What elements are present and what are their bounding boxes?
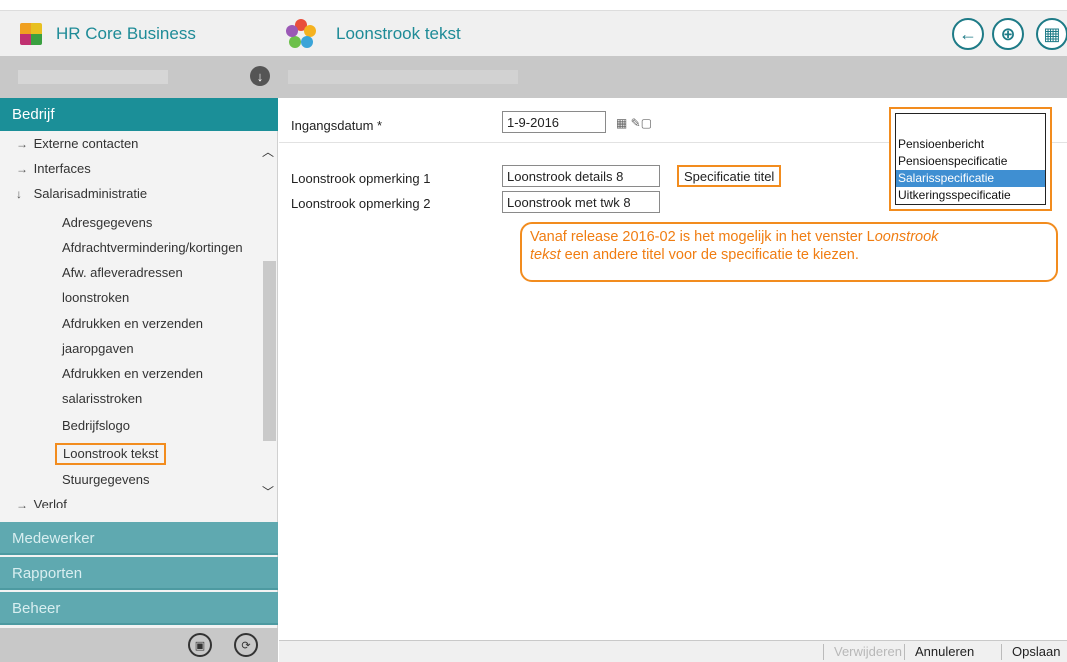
tree-item-afdrukken-salarisstroken[interactable]: Afdrukken en verzenden <box>62 361 203 386</box>
sidebar-toolbar: ↓ <box>0 56 278 98</box>
tree-item-label: Interfaces <box>33 161 91 176</box>
app-header: HR Core Business <box>0 11 278 57</box>
tree-item-label: Verlof <box>33 497 67 508</box>
tree-item-adresgegevens[interactable]: Adresgegevens <box>62 210 152 235</box>
dropdown-option-pensioenbericht[interactable]: Pensioenbericht <box>896 136 1045 153</box>
arrow-right-icon: → <box>16 162 28 176</box>
page-title: Loonstrook tekst <box>336 24 461 43</box>
tree-item-afdrachtvermindering[interactable]: Afdrachtvermindering/kortingen <box>62 235 243 260</box>
zoom-button[interactable]: ⊕ <box>992 18 1024 50</box>
scroll-down-icon[interactable]: ﹀ <box>262 483 274 500</box>
flower-logo-icon <box>286 19 316 49</box>
date-picker-icon[interactable]: ▦ ✎▢ <box>616 116 652 130</box>
separator <box>823 644 824 660</box>
scroll-up-icon[interactable]: ︿ <box>262 143 274 160</box>
callout-italic-text: tekst <box>530 247 561 263</box>
tree-item-afw-afleveradressen[interactable]: Afw. afleveradressen <box>62 260 183 285</box>
tree-item-afdrukken-jaaropgaven[interactable]: Afdrukken en verzenden <box>62 311 203 336</box>
ingangsdatum-label: Ingangsdatum * <box>291 118 383 133</box>
top-bar: HR Core Business Loonstrook tekst ← ⊕ ▦ <box>0 10 1067 56</box>
tree-item-label: Externe contacten <box>33 136 139 151</box>
specificatie-dropdown[interactable]: Pensioenbericht Pensioenspecificatie Sal… <box>889 107 1052 211</box>
arrow-down-icon: ↓ <box>16 187 22 201</box>
separator <box>1001 644 1002 660</box>
loonstrook-opmerking-1-input[interactable]: Loonstrook details 8 <box>502 165 660 187</box>
back-arrow-icon: ← <box>959 23 977 44</box>
dropdown-option-pensioenspecificatie[interactable]: Pensioenspecificatie <box>896 153 1045 170</box>
tree-item-afw-afleveradressen-cont[interactable]: loonstroken <box>62 285 129 310</box>
collapse-down-icon[interactable]: ↓ <box>250 66 270 86</box>
tree-item-label: Salarisadministratie <box>33 186 148 201</box>
loonstrook-opmerking-1-label: Loonstrook opmerking 1 <box>291 171 431 186</box>
tree-item-externe-contacten[interactable]: → Externe contacten <box>16 131 138 157</box>
loonstrook-opmerking-2-label: Loonstrook opmerking 2 <box>291 196 431 211</box>
dropdown-list: Pensioenbericht Pensioenspecificatie Sal… <box>895 113 1046 205</box>
tree-item-afdrukken-jaaropgaven-cont[interactable]: jaaropgaven <box>62 336 134 361</box>
schedule-icon[interactable]: ▣ <box>188 633 212 657</box>
save-button[interactable]: Opslaan <box>1012 644 1060 659</box>
specificatie-titel-button[interactable]: Specificatie titel <box>677 165 782 187</box>
sidebar: Bedrijf → Externe contacten → Interfaces… <box>0 98 278 662</box>
sidebar-search-placeholder <box>18 70 168 84</box>
sidebar-tree: → Externe contacten → Interfaces ↓ Salar… <box>0 131 278 508</box>
refresh-icon[interactable]: ⟳ <box>234 633 258 657</box>
tree-item-verlof[interactable]: → Verlof <box>16 492 67 508</box>
ingangsdatum-input[interactable]: 1-9-2016 <box>502 111 606 133</box>
tree-item-bedrijfslogo[interactable]: Bedrijfslogo <box>62 413 130 438</box>
app-title: HR Core Business <box>56 24 196 43</box>
callout-text: Vanaf release 2016-02 is het mogelijk in… <box>530 229 875 245</box>
sidebar-section-beheer[interactable]: Beheer <box>0 592 278 625</box>
release-note-callout: Vanaf release 2016-02 is het mogelijk in… <box>520 222 1058 282</box>
scrollbar-thumb[interactable] <box>263 261 276 441</box>
sidebar-footer: ▣ ⟳ <box>0 628 278 662</box>
action-bar: Verwijderen Annuleren Opslaan <box>279 640 1067 662</box>
sidebar-section-bedrijf[interactable]: Bedrijf <box>0 98 278 131</box>
tree-item-loonstrook-tekst[interactable]: Loonstrook tekst <box>55 443 167 465</box>
cancel-button[interactable]: Annuleren <box>915 644 974 659</box>
arrow-right-icon: → <box>16 498 28 508</box>
loonstrook-opmerking-2-input[interactable]: Loonstrook met twk 8 <box>502 191 660 213</box>
dropdown-option-uitkeringsspecificatie[interactable]: Uitkeringsspecificatie <box>896 187 1045 204</box>
dropdown-option-salarisspecificatie[interactable]: Salarisspecificatie <box>896 170 1045 187</box>
page-toolbar <box>278 56 1067 98</box>
sidebar-section-medewerker[interactable]: Medewerker <box>0 522 278 555</box>
calendar-icon: ▦ <box>1043 23 1061 44</box>
delete-button[interactable]: Verwijderen <box>834 644 902 659</box>
separator <box>904 644 905 660</box>
main-content: Ingangsdatum * 1-9-2016 ▦ ✎▢ Loonstrook … <box>279 98 1067 628</box>
callout-italic-text: oonstrook <box>874 229 939 245</box>
search-zoom-icon: ⊕ <box>1000 23 1016 44</box>
calendar-button[interactable]: ▦ <box>1036 18 1067 50</box>
tree-item-stuurgegevens[interactable]: Stuurgegevens <box>62 467 149 492</box>
sidebar-section-rapporten[interactable]: Rapporten <box>0 557 278 590</box>
tree-item-salarisadministratie[interactable]: ↓ Salarisadministratie <box>16 181 147 207</box>
arrow-right-icon: → <box>16 137 28 151</box>
toolbar-placeholder <box>288 70 518 84</box>
hr-core-logo-icon <box>20 23 42 45</box>
page-header: Loonstrook tekst <box>278 11 1067 57</box>
tree-item-interfaces[interactable]: → Interfaces <box>16 156 91 182</box>
callout-text: een andere titel voor de specificatie te… <box>560 247 859 263</box>
tree-item-afdrukken-salarisstroken-cont[interactable]: salarisstroken <box>62 386 142 411</box>
back-button[interactable]: ← <box>952 18 984 50</box>
